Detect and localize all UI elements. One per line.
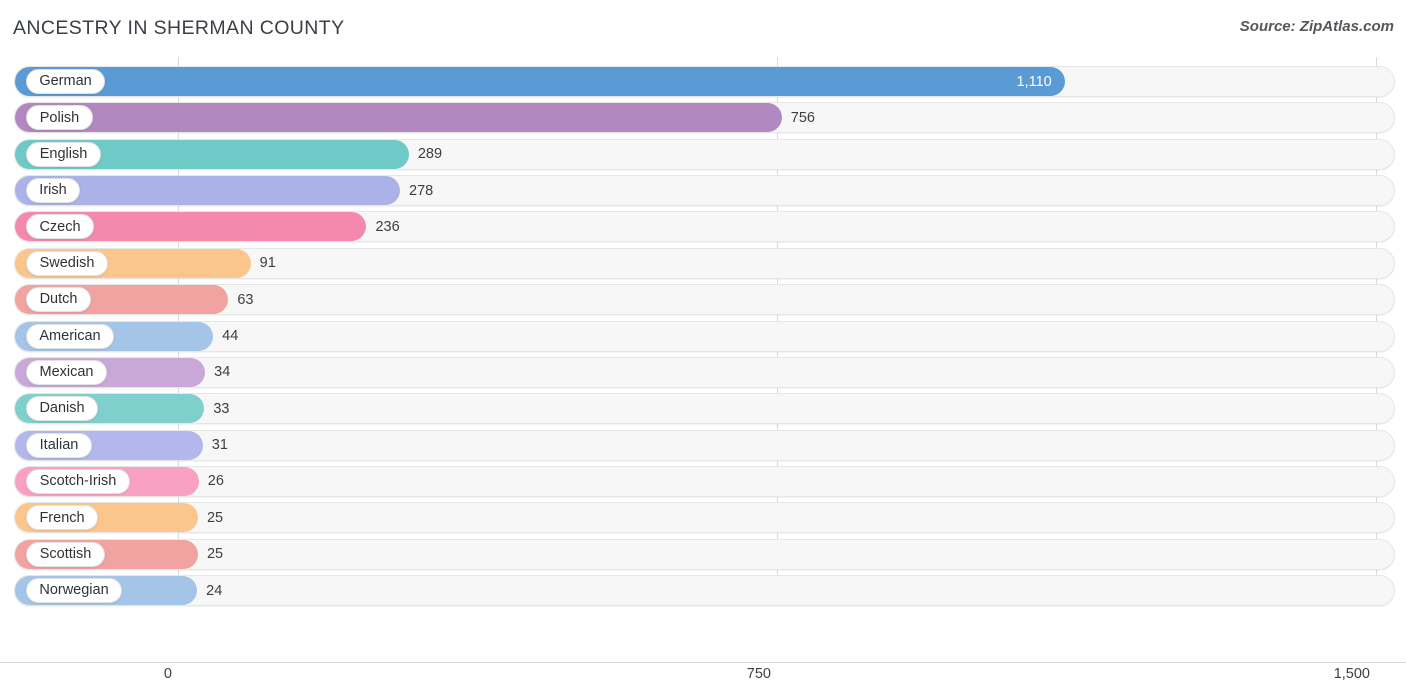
bar-category-pill[interactable]: Scottish [26,541,105,567]
bar-value-label: 31 [211,437,228,454]
bar-category-label: Czech [39,218,81,235]
bar-row[interactable]: French 25 [0,502,1406,534]
axis-tick-label: 0 [163,666,172,682]
bar-value-label: 91 [259,255,276,272]
bar-value-label: 33 [213,400,230,417]
bar-category-pill[interactable]: English [26,141,101,167]
x-axis-tick-labels: 0 750 1,500 [0,666,1406,696]
bar-fill[interactable] [15,103,782,133]
bar-category-label: Danish [39,400,85,417]
bar-category-label: Scottish [39,545,92,562]
bar-row[interactable]: German 1,110 [0,66,1406,97]
bar-row[interactable]: Irish 278 [0,175,1406,207]
axis-tick-label: 750 [746,666,771,682]
axis-baseline [0,662,1406,663]
bar-value-label: 25 [206,546,224,563]
bar-category-label: Dutch [39,291,78,308]
bar-row[interactable]: Italian 31 [0,429,1406,461]
bar-value-label: 25 [206,509,224,526]
bar-category-pill[interactable]: Dutch [26,287,91,313]
bar-fill[interactable] [15,67,1065,96]
bar-value-label: 44 [222,328,239,345]
bar-row[interactable]: Polish 756 [0,102,1406,134]
bar-category-label: Polish [39,109,80,126]
bar-category-label: German [39,73,92,90]
bar-category-pill[interactable]: Italian [26,432,92,458]
bar-category-label: Irish [39,182,67,199]
bar-value-label: 34 [214,364,231,381]
bar-category-pill[interactable]: Danish [26,396,98,422]
bar-row[interactable]: Scotch-Irish 26 [0,465,1406,497]
bar-category-pill[interactable]: Czech [26,214,94,240]
bar-category-pill[interactable]: French [26,505,98,531]
bar-category-pill[interactable]: Scotch-Irish [26,468,130,494]
bar-value-label: 278 [409,182,434,199]
bar-row[interactable]: Mexican 34 [0,356,1406,388]
bar-category-pill[interactable]: Irish [26,178,80,204]
bar-category-pill[interactable]: American [26,323,114,349]
bar-track [14,320,1395,352]
bar-value-label: 756 [790,109,815,126]
bar-category-pill[interactable]: German [26,69,105,94]
bar-category-label: Mexican [39,364,94,381]
bar-row[interactable]: Dutch 63 [0,284,1406,316]
bar-row[interactable]: Scottish 25 [0,538,1406,570]
bar-row[interactable]: Swedish 91 [0,247,1406,279]
bar-category-label: Swedish [39,255,95,272]
bar-category-label: Italian [39,436,79,453]
bar-category-pill[interactable]: Norwegian [26,578,122,604]
plot-area: German 1,110 Polish 756 English 289 Irish 278 Cz… [0,57,1406,682]
bar-value-label: 1,110 [1016,73,1052,90]
bar-category-pill[interactable]: Mexican [26,359,107,385]
bar-category-label: Norwegian [39,582,109,599]
bar-value-label: 289 [417,146,443,163]
bar-value-label: 26 [207,473,224,490]
bar-row[interactable]: Danish 33 [0,393,1406,425]
bar-row[interactable]: Norwegian 24 [0,575,1406,607]
bar-row[interactable]: Czech 236 [0,211,1406,243]
bar-category-label: French [39,509,85,526]
bar-category-pill[interactable]: Swedish [26,250,108,276]
bar-value-label: 236 [375,218,400,235]
bar-value-label: 24 [206,582,223,599]
source-attribution: Source: ZipAtlas.com [1239,18,1394,35]
bar-row[interactable]: American 44 [0,320,1406,352]
bar-category-pill[interactable]: Polish [26,105,93,131]
page-title: ANCESTRY IN SHERMAN COUNTY [13,17,345,39]
bar-row[interactable]: English 289 [0,138,1406,170]
ancestry-bar-chart: ANCESTRY IN SHERMAN COUNTY Source: ZipAt… [0,0,1406,682]
bar-category-label: American [39,327,101,344]
bar-value-label: 63 [237,291,254,308]
axis-tick-label: 1,500 [1333,666,1370,682]
bar-category-label: Scotch-Irish [39,473,117,490]
bar-category-label: English [39,145,88,162]
